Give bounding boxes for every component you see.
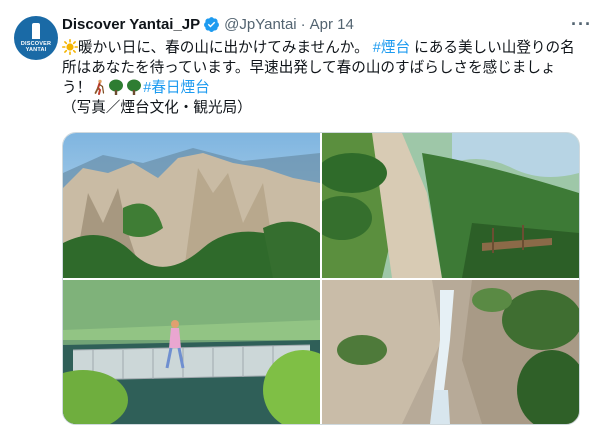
media-grid: [62, 132, 580, 425]
photo-rope-bridge[interactable]: [63, 280, 320, 424]
tree-icon: [109, 79, 124, 95]
tweet-header: Discover Yantai_JP @JpYantai · Apr 14: [62, 14, 602, 34]
photo-credit: （写真／煙台文化・観光局）: [62, 100, 252, 116]
hiker-icon: [94, 79, 105, 95]
photo-pine-path[interactable]: [322, 133, 579, 278]
more-icon[interactable]: ···: [571, 14, 592, 35]
hashtag-yantai[interactable]: #煙台: [373, 40, 410, 56]
avatar-text: DISCOVER YANTAI: [20, 41, 52, 53]
separator-dot: ·: [300, 15, 306, 33]
handle[interactable]: @JpYantai: [224, 16, 297, 33]
display-name[interactable]: Discover Yantai_JP: [62, 16, 200, 33]
photo-rocky-peaks[interactable]: [63, 133, 320, 278]
hashtag-spring-yantai[interactable]: #春日煙台: [143, 80, 210, 96]
text-part-1: 暖かい日に、春の山に出かけてみませんか。: [78, 40, 369, 56]
sun-icon: [62, 39, 78, 55]
verified-badge-icon: [204, 16, 220, 32]
tweet-text: 暖かい日に、春の山に出かけてみませんか。 #煙台 にある美しい山登りの名所はあな…: [62, 38, 582, 118]
tweet-content: Discover Yantai_JP @JpYantai · Apr 14 ··…: [62, 14, 602, 118]
lighthouse-icon: [32, 23, 40, 39]
tweet[interactable]: DISCOVER YANTAI Discover Yantai_JP @JpYa…: [0, 0, 612, 435]
tree-icon: [127, 79, 142, 95]
avatar[interactable]: DISCOVER YANTAI: [14, 16, 58, 60]
tweet-date[interactable]: Apr 14: [310, 16, 354, 33]
photo-waterfall[interactable]: [322, 280, 579, 424]
